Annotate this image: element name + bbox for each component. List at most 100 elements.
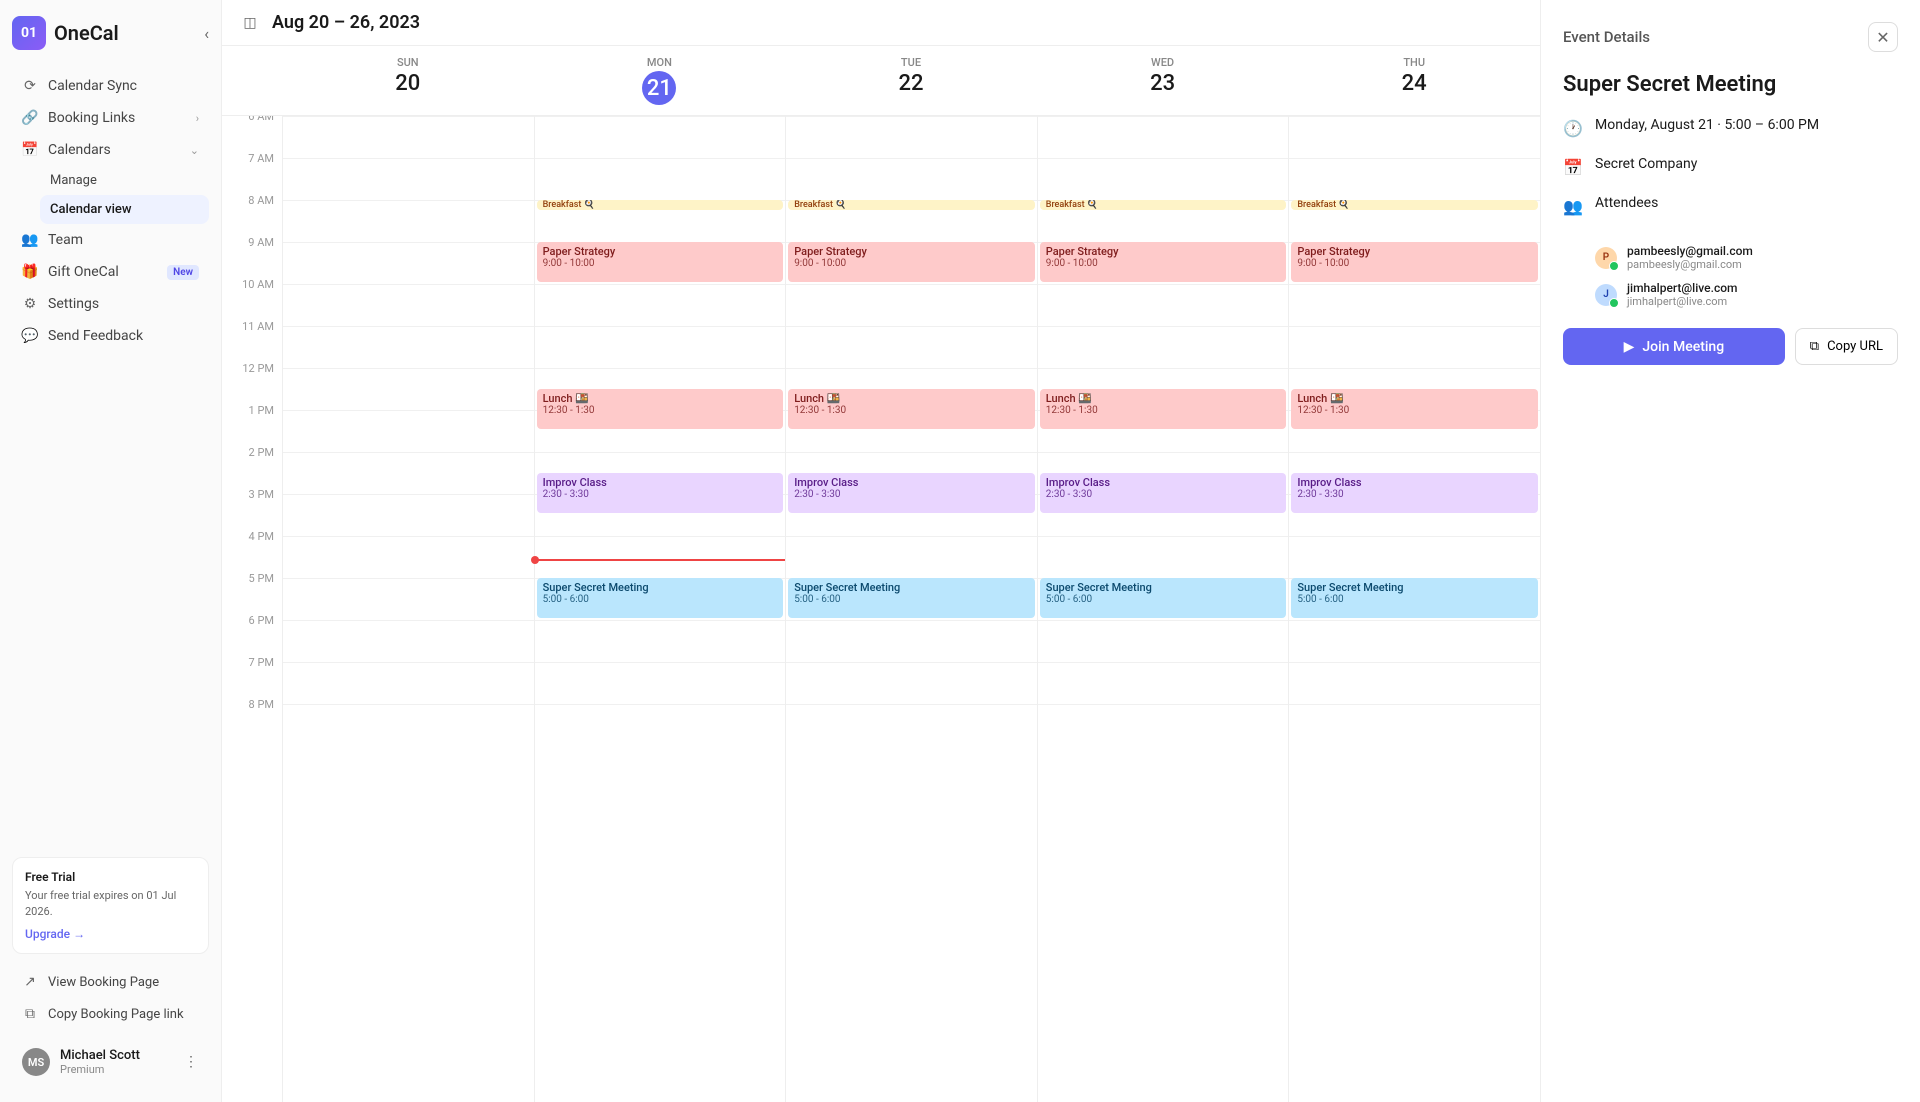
hour-line: [1289, 158, 1540, 200]
event-datetime-row: 🕐 Monday, August 21 · 5:00 – 6:00 PM: [1563, 117, 1898, 138]
hour-line: [1038, 116, 1289, 158]
calendar-event[interactable]: Lunch 🍱12:30 - 1:30: [1291, 389, 1538, 429]
sidebar-item-team[interactable]: 👥 Team: [12, 224, 209, 256]
sidebar-item-gift[interactable]: 🎁 Gift OneCal New: [12, 256, 209, 288]
calendar-event[interactable]: Breakfast 🍳: [1291, 200, 1538, 210]
event-title: Breakfast 🍳: [1046, 200, 1281, 210]
close-button[interactable]: ✕: [1868, 22, 1898, 52]
sidebar-item-feedback[interactable]: 💬 Send Feedback: [12, 320, 209, 352]
hour-line: [283, 578, 534, 620]
sidebar-item-settings[interactable]: ⚙ Settings: [12, 288, 209, 320]
hour-line: [283, 410, 534, 452]
calendar-event[interactable]: Super Secret Meeting5:00 - 6:00: [537, 578, 784, 618]
hour-line: [535, 326, 786, 368]
logo-badge: 01: [12, 16, 46, 50]
time-label: 8 PM: [222, 698, 282, 740]
sidebar-item-label: Manage: [50, 173, 97, 188]
day-header[interactable]: THU24: [1288, 46, 1540, 115]
calendar-event[interactable]: Improv Class2:30 - 3:30: [788, 473, 1035, 513]
link-icon: 🔗: [22, 110, 38, 126]
calendar-event[interactable]: Paper Strategy9:00 - 10:00: [1040, 242, 1287, 282]
hour-line: [283, 326, 534, 368]
attendee-info: pambeesly@gmail.compambeesly@gmail.com: [1627, 244, 1753, 271]
footer-link-label: View Booking Page: [48, 975, 159, 990]
event-title: Super Secret Meeting: [543, 581, 778, 594]
hour-line: [1289, 662, 1540, 704]
user-avatar: MS: [22, 1048, 50, 1076]
day-header[interactable]: SUN20: [282, 46, 534, 115]
calendar-event[interactable]: Improv Class2:30 - 3:30: [1040, 473, 1287, 513]
time-label: 1 PM: [222, 404, 282, 446]
calendar-event[interactable]: Super Secret Meeting5:00 - 6:00: [788, 578, 1035, 618]
day-name: SUN: [282, 56, 534, 69]
calendar-event[interactable]: Improv Class2:30 - 3:30: [1291, 473, 1538, 513]
event-time: 12:30 - 1:30: [1046, 405, 1281, 416]
more-icon[interactable]: ⋮: [183, 1054, 199, 1070]
day-number: 21: [642, 71, 676, 105]
calendar-event[interactable]: Lunch 🍱12:30 - 1:30: [788, 389, 1035, 429]
calendar-event[interactable]: Improv Class2:30 - 3:30: [537, 473, 784, 513]
day-column[interactable]: [282, 116, 534, 1102]
hour-line: [283, 368, 534, 410]
copy-url-button[interactable]: ⧉ Copy URL: [1795, 328, 1898, 365]
calendar-event[interactable]: Lunch 🍱12:30 - 1:30: [1040, 389, 1287, 429]
video-icon: ▶: [1624, 339, 1635, 355]
day-header[interactable]: TUE22: [785, 46, 1037, 115]
sidebar-item-calendars[interactable]: 📅 Calendars ⌄: [12, 134, 209, 166]
footer-links: ↗ View Booking Page ⧉ Copy Booking Page …: [12, 966, 209, 1030]
sidebar-item-calendar-sync[interactable]: ⟳ Calendar Sync: [12, 70, 209, 102]
topbar: ◫ Aug 20 – 26, 2023: [222, 0, 1540, 46]
time-label: 9 AM: [222, 236, 282, 278]
calendar-event[interactable]: Breakfast 🍳: [1040, 200, 1287, 210]
calendar-body[interactable]: 6 AM7 AM8 AM9 AM10 AM11 AM12 PM1 PM2 PM3…: [222, 116, 1540, 1102]
user-row[interactable]: MS Michael Scott Premium ⋮: [12, 1038, 209, 1086]
calendar-event[interactable]: Paper Strategy9:00 - 10:00: [537, 242, 784, 282]
day-name: TUE: [785, 56, 1037, 69]
sidebar-collapse-icon[interactable]: ‹: [204, 24, 209, 43]
event-datetime: Monday, August 21 · 5:00 – 6:00 PM: [1595, 117, 1819, 133]
hour-line: [283, 494, 534, 536]
calendar-event[interactable]: Super Secret Meeting5:00 - 6:00: [1291, 578, 1538, 618]
people-icon: 👥: [1563, 196, 1583, 216]
copy-booking-link[interactable]: ⧉ Copy Booking Page link: [12, 998, 209, 1030]
upgrade-link[interactable]: Upgrade →: [25, 927, 196, 941]
hour-line: [283, 158, 534, 200]
hour-line: [283, 452, 534, 494]
hour-line: [786, 326, 1037, 368]
sidebar-item-label: Calendar Sync: [48, 78, 137, 94]
panel-toggle-icon[interactable]: ◫: [242, 15, 258, 31]
team-icon: 👥: [22, 232, 38, 248]
date-range: Aug 20 – 26, 2023: [272, 12, 420, 33]
sidebar-item-manage[interactable]: Manage: [40, 166, 209, 195]
calendar-event[interactable]: Super Secret Meeting5:00 - 6:00: [1040, 578, 1287, 618]
external-icon: ↗: [22, 974, 38, 990]
day-column[interactable]: Breakfast 🍳 Paper Strategy9:00 - 10:00 Lun…: [534, 116, 786, 1102]
hour-line: [786, 620, 1037, 662]
sidebar-item-booking-links[interactable]: 🔗 Booking Links ›: [12, 102, 209, 134]
event-time: 12:30 - 1:30: [543, 405, 778, 416]
time-label: 2 PM: [222, 446, 282, 488]
trial-box: Free Trial Your free trial expires on 01…: [12, 857, 209, 954]
attendees-label: Attendees: [1595, 195, 1658, 211]
view-booking-page-link[interactable]: ↗ View Booking Page: [12, 966, 209, 998]
sidebar-item-calendar-view[interactable]: Calendar view: [40, 195, 209, 224]
calendar-event[interactable]: Breakfast 🍳: [788, 200, 1035, 210]
event-time: 5:00 - 6:00: [794, 594, 1029, 605]
hour-line: [535, 116, 786, 158]
time-label: 6 PM: [222, 614, 282, 656]
join-meeting-button[interactable]: ▶ Join Meeting: [1563, 328, 1785, 365]
calendar-event[interactable]: Breakfast 🍳: [537, 200, 784, 210]
sync-icon: ⟳: [22, 78, 38, 94]
calendar-event[interactable]: Lunch 🍱12:30 - 1:30: [537, 389, 784, 429]
day-header[interactable]: WED23: [1037, 46, 1289, 115]
event-title: Breakfast 🍳: [794, 200, 1029, 210]
calendar-event[interactable]: Paper Strategy9:00 - 10:00: [788, 242, 1035, 282]
day-column[interactable]: Breakfast 🍳 Paper Strategy9:00 - 10:00 Lun…: [785, 116, 1037, 1102]
day-column[interactable]: Breakfast 🍳 Paper Strategy9:00 - 10:00 Lun…: [1037, 116, 1289, 1102]
event-time: 2:30 - 3:30: [1046, 489, 1281, 500]
time-column: 6 AM7 AM8 AM9 AM10 AM11 AM12 PM1 PM2 PM3…: [222, 116, 282, 1102]
day-header[interactable]: MON21: [534, 46, 786, 115]
calendar-event[interactable]: Paper Strategy9:00 - 10:00: [1291, 242, 1538, 282]
hour-line: [283, 536, 534, 578]
day-column[interactable]: Breakfast 🍳 Paper Strategy9:00 - 10:00 Lun…: [1288, 116, 1540, 1102]
